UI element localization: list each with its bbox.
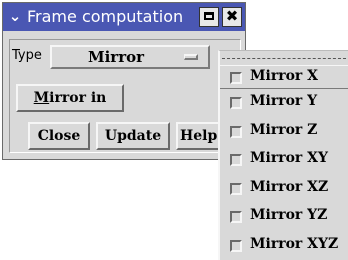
type-label: Type: [12, 48, 42, 63]
mirror-dropdown-menu: Mirror X Mirror Y Mirror Z Mirror XY Mir…: [218, 50, 348, 260]
square-icon: [204, 12, 214, 20]
type-option-menu[interactable]: Mirror: [50, 45, 210, 69]
mirror-in-mnemonic: M: [33, 90, 50, 106]
chevron-down-icon[interactable]: ⌄: [6, 7, 24, 25]
type-value: Mirror: [88, 48, 145, 66]
close-window-button[interactable]: ✖: [222, 7, 242, 27]
window-title: Frame computation: [27, 7, 184, 26]
menu-item-mirror-y[interactable]: Mirror Y: [220, 91, 348, 115]
menu-item-label: Mirror YZ: [250, 207, 328, 223]
menu-item-label: Mirror XYZ: [250, 236, 339, 252]
menu-item-mirror-xz[interactable]: Mirror XZ: [220, 177, 348, 201]
checkbox-icon: [230, 97, 242, 109]
checkbox-icon: [230, 154, 242, 166]
x-icon: ✖: [225, 7, 239, 25]
menu-item-label: Mirror XZ: [250, 179, 329, 195]
menu-item-mirror-x[interactable]: Mirror X: [220, 65, 348, 89]
menu-item-label: Mirror XY: [250, 150, 329, 166]
menu-item-label: Mirror X: [250, 68, 319, 84]
minimize-button[interactable]: [199, 7, 219, 27]
menu-item-mirror-yz[interactable]: Mirror YZ: [220, 205, 348, 229]
update-button[interactable]: Update: [96, 122, 170, 150]
checkbox-icon: [230, 126, 242, 138]
checkbox-icon: [230, 240, 242, 252]
checkbox-icon: [230, 183, 242, 195]
title-bar[interactable]: ⌄ Frame computation ✖: [3, 3, 245, 31]
checkbox-icon: [230, 72, 242, 84]
menu-item-label: Mirror Z: [250, 122, 318, 138]
menu-item-mirror-z[interactable]: Mirror Z: [220, 120, 348, 144]
mirror-in-label: irror in: [49, 90, 107, 106]
mirror-in-button[interactable]: Mirror in: [16, 84, 124, 112]
option-indicator-icon: [184, 54, 198, 60]
menu-item-mirror-xyz[interactable]: Mirror XYZ: [220, 234, 348, 258]
close-button[interactable]: Close: [28, 122, 90, 150]
tearoff-line[interactable]: [222, 58, 346, 59]
menu-item-mirror-xy[interactable]: Mirror XY: [220, 148, 348, 172]
menu-item-label: Mirror Y: [250, 93, 318, 109]
checkbox-icon: [230, 211, 242, 223]
